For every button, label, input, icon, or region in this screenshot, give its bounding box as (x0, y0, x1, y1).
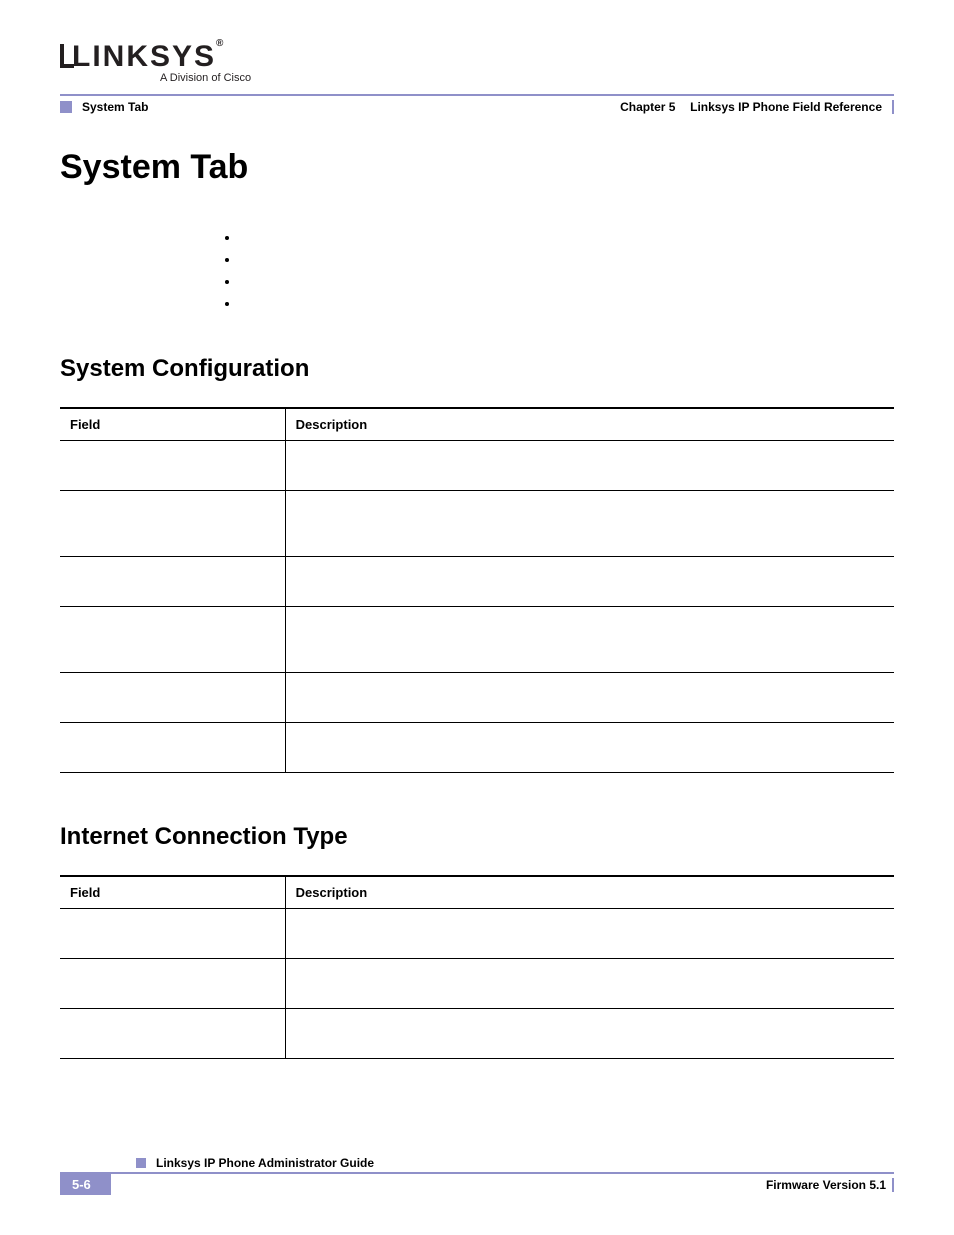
footer-marker-icon (136, 1158, 146, 1168)
breadcrumb-marker-icon (60, 101, 72, 113)
cell-description (285, 607, 894, 673)
page-title: System Tab (60, 148, 894, 187)
section-internet-connection-type: Internet Connection Type (60, 823, 894, 851)
column-header-field: Field (60, 408, 285, 441)
header-divider (60, 94, 894, 96)
column-header-description: Description (285, 876, 894, 909)
table-row (60, 441, 894, 491)
logo-brand-text: LINKSYS (72, 40, 216, 73)
list-item (240, 293, 894, 315)
column-header-field: Field (60, 876, 285, 909)
section-system-configuration: System Configuration (60, 355, 894, 383)
cell-field (60, 909, 285, 959)
cell-field (60, 441, 285, 491)
column-header-description: Description (285, 408, 894, 441)
cell-field (60, 723, 285, 773)
table-row (60, 1009, 894, 1059)
table-row (60, 959, 894, 1009)
firmware-version: Firmware Version 5.1 (766, 1178, 886, 1192)
footer-sep-icon (892, 1178, 894, 1192)
internet-connection-type-table: Field Description (60, 875, 894, 1059)
cell-description (285, 959, 894, 1009)
toc-bullet-list (240, 227, 894, 315)
cell-description (285, 723, 894, 773)
table-row (60, 909, 894, 959)
table-row (60, 607, 894, 673)
table-row (60, 557, 894, 607)
chapter-title: Linksys IP Phone Field Reference (690, 100, 882, 114)
list-item (240, 249, 894, 271)
list-item (240, 227, 894, 249)
list-item (240, 271, 894, 293)
cell-description (285, 441, 894, 491)
cell-field (60, 607, 285, 673)
cell-description (285, 491, 894, 557)
cell-field (60, 959, 285, 1009)
page-number: 5-6 (60, 1174, 111, 1195)
cell-description (285, 673, 894, 723)
registered-mark: ® (216, 38, 225, 49)
table-row (60, 723, 894, 773)
cell-field (60, 1009, 285, 1059)
cell-field (60, 491, 285, 557)
brand-logo: LINKSYS® A Division of Cisco (60, 40, 251, 84)
system-configuration-table: Field Description (60, 407, 894, 773)
cell-description (285, 909, 894, 959)
cell-field (60, 673, 285, 723)
cell-field (60, 557, 285, 607)
table-row (60, 491, 894, 557)
logo-l-glyph (60, 44, 74, 68)
table-row (60, 673, 894, 723)
cell-description (285, 557, 894, 607)
cell-description (285, 1009, 894, 1059)
breadcrumb-text: System Tab (82, 100, 148, 114)
header-sep-icon (892, 100, 894, 114)
chapter-label: Chapter 5 (620, 100, 675, 114)
footer-guide-title: Linksys IP Phone Administrator Guide (156, 1156, 374, 1170)
